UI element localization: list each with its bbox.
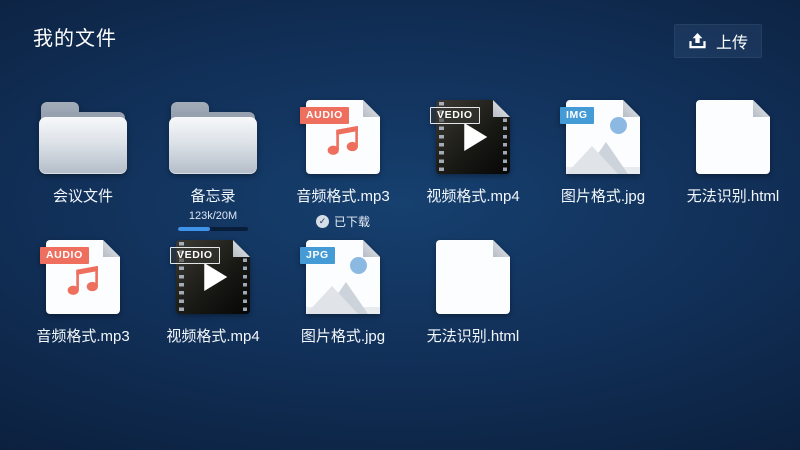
folder-icon	[39, 102, 127, 174]
progress-bar	[178, 227, 248, 231]
page-fold	[753, 100, 770, 117]
image-file-icon: JPG	[306, 240, 380, 314]
file-name: 图片格式.jpg	[561, 185, 645, 206]
file-item-image[interactable]: JPG 图片格式.jpg	[278, 240, 408, 380]
play-icon	[464, 123, 487, 151]
page-fold	[233, 240, 250, 257]
audio-file-icon: AUDIO	[46, 240, 120, 314]
music-note-icon	[323, 119, 364, 160]
file-name: 音频格式.mp3	[36, 325, 129, 346]
file-name: 无法识别.html	[687, 185, 780, 206]
file-item-image[interactable]: IMG 图片格式.jpg	[538, 100, 668, 240]
sun-icon	[610, 117, 627, 134]
file-name: 视频格式.mp4	[166, 325, 259, 346]
video-file-icon: VEDIO	[176, 240, 250, 314]
upload-button[interactable]: 上传	[674, 24, 762, 58]
video-badge: VEDIO	[170, 247, 220, 264]
audio-file-icon: AUDIO	[306, 100, 380, 174]
file-grid: 会议文件 备忘录 123k/20M	[18, 100, 798, 380]
audio-badge: AUDIO	[300, 107, 349, 124]
download-status: ✓ 已下载	[316, 213, 370, 230]
mountains-icon	[566, 138, 640, 174]
page-fold	[103, 240, 120, 257]
page-fold	[623, 100, 640, 117]
file-name: 音频格式.mp3	[296, 185, 389, 206]
file-item-folder[interactable]: 会议文件	[18, 100, 148, 240]
image-badge: JPG	[300, 247, 335, 264]
sun-icon	[350, 257, 367, 274]
upload-button-label: 上传	[716, 29, 748, 53]
folder-icon	[169, 102, 257, 174]
audio-badge: AUDIO	[40, 247, 89, 264]
file-item-unknown[interactable]: 无法识别.html	[668, 100, 798, 240]
file-item-unknown[interactable]: 无法识别.html	[408, 240, 538, 380]
image-badge: IMG	[560, 107, 594, 124]
folder-front	[39, 117, 127, 174]
file-item-audio[interactable]: AUDIO 音频格式.mp3 ✓ 已下载	[278, 100, 408, 240]
video-file-icon: VEDIO	[436, 100, 510, 174]
file-item-audio[interactable]: AUDIO 音频格式.mp3	[18, 240, 148, 380]
file-item-video[interactable]: VEDIO 视频格式.mp4	[408, 100, 538, 240]
image-file-icon: IMG	[566, 100, 640, 174]
upload-icon	[688, 33, 707, 50]
progress-bar-fill	[178, 227, 210, 231]
file-name: 图片格式.jpg	[301, 325, 385, 346]
blank-file-icon	[436, 240, 510, 314]
video-badge: VEDIO	[430, 107, 480, 124]
page-fold	[493, 240, 510, 257]
blank-file-icon	[696, 100, 770, 174]
file-name: 视频格式.mp4	[426, 185, 519, 206]
upload-progress: 123k/20M	[178, 210, 248, 231]
file-item-folder-uploading[interactable]: 备忘录 123k/20M	[148, 100, 278, 240]
progress-size-text: 123k/20M	[189, 210, 237, 222]
file-name: 备忘录	[190, 185, 235, 206]
page-title: 我的文件	[33, 27, 117, 51]
check-icon: ✓	[316, 215, 329, 228]
page-fold	[363, 240, 380, 257]
page-fold	[493, 100, 510, 117]
music-note-icon	[63, 259, 104, 300]
page-fold	[363, 100, 380, 117]
play-icon	[204, 263, 227, 291]
my-files-screen: 我的文件 上传 会议文件 备忘录	[0, 0, 800, 450]
file-name: 会议文件	[53, 185, 113, 206]
folder-front	[169, 117, 257, 174]
download-status-text: 已下载	[334, 213, 370, 230]
file-item-video[interactable]: VEDIO 视频格式.mp4	[148, 240, 278, 380]
mountains-icon	[306, 278, 380, 314]
file-name: 无法识别.html	[427, 325, 520, 346]
